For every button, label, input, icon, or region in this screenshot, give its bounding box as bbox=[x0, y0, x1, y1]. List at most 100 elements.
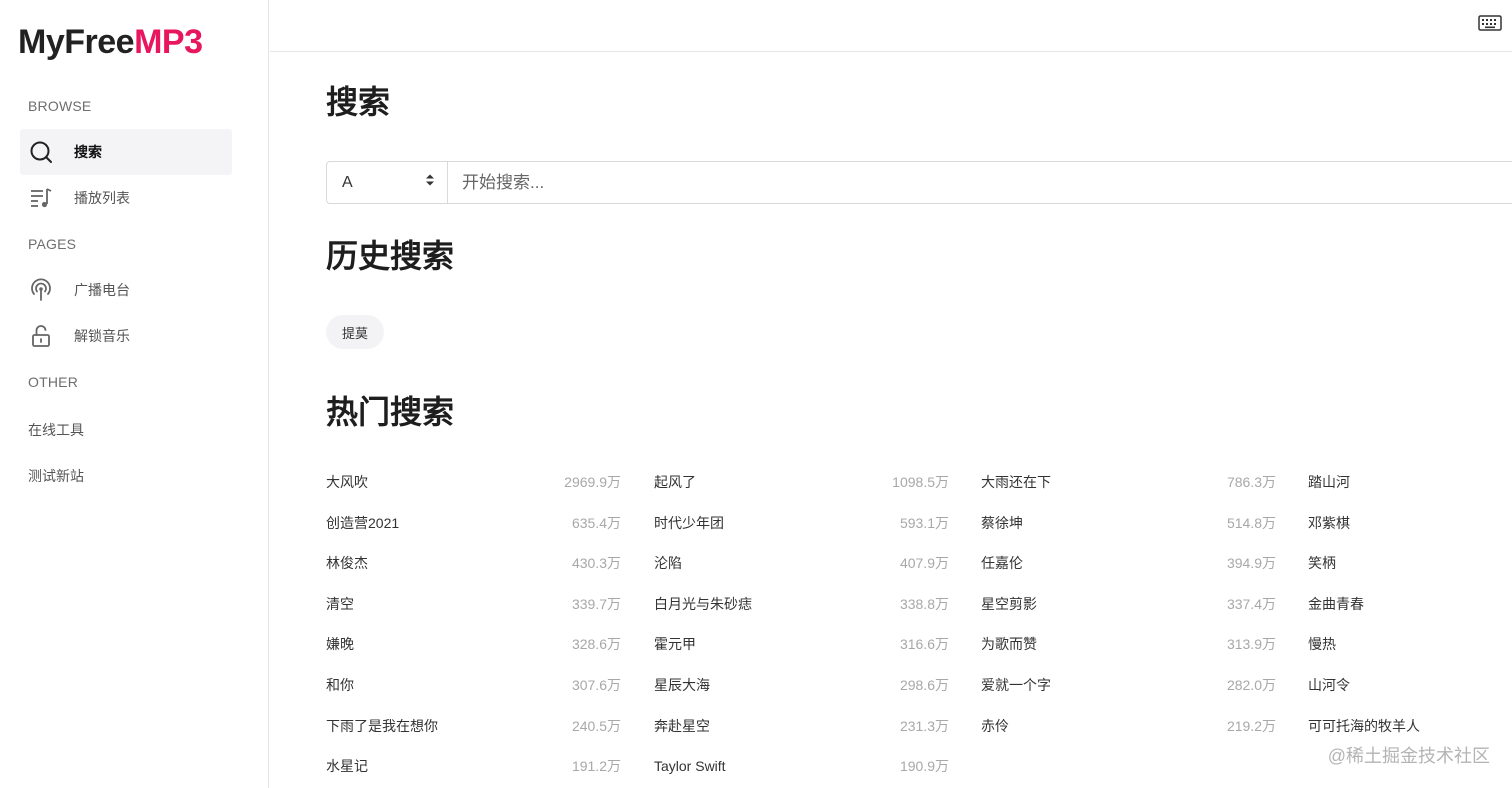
search-source-select[interactable]: A bbox=[327, 162, 448, 203]
sidebar-item-unlock[interactable]: 解锁音乐 bbox=[20, 313, 232, 359]
hot-search-keyword: 和你 bbox=[326, 677, 354, 693]
hot-search-count: 635.4万 bbox=[571, 514, 621, 531]
history-item[interactable]: 提莫 bbox=[326, 315, 385, 349]
hot-search-keyword: 蔡徐坤 bbox=[981, 514, 1023, 531]
hot-search-keyword: 邓紫棋 bbox=[1308, 514, 1350, 531]
hot-search-item[interactable]: 大雨还在下 786.3万 bbox=[981, 462, 1276, 502]
sidebar-item-search[interactable]: 搜索 bbox=[20, 129, 232, 175]
hot-search-item[interactable]: 水星记 191.2万 bbox=[326, 746, 621, 786]
hot-search-item[interactable]: 创造营2021 635.4万 bbox=[326, 503, 621, 543]
hot-search-item[interactable]: 为歌而赞 313.9万 bbox=[981, 624, 1276, 664]
hot-search-count: 191.2万 bbox=[571, 758, 621, 775]
select-arrows-icon bbox=[425, 173, 435, 192]
hot-search-count: 593.1万 bbox=[899, 514, 949, 531]
hot-search-item[interactable]: 邓紫棋 bbox=[1308, 503, 1512, 543]
hot-search-item[interactable]: 起风了 1098.5万 bbox=[654, 462, 949, 502]
keyboard-icon[interactable] bbox=[1478, 14, 1502, 32]
hot-search-item[interactable]: 山河令 bbox=[1308, 665, 1512, 705]
hot-search-item[interactable]: 和你 307.6万 bbox=[326, 665, 621, 705]
hot-search-item[interactable]: 星空剪影 337.4万 bbox=[981, 584, 1276, 624]
section-label-other: OTHER bbox=[28, 374, 78, 390]
hot-search-count: 2969.9万 bbox=[564, 474, 621, 490]
history-title: 历史搜索 bbox=[326, 238, 455, 274]
hot-search-item[interactable]: 可可托海的牧羊人 bbox=[1308, 706, 1512, 746]
hot-search-count: 313.9万 bbox=[1226, 636, 1276, 653]
hot-search-keyword: 踏山河 bbox=[1308, 474, 1350, 490]
hot-search-keyword: 清空 bbox=[326, 595, 354, 612]
search-source-value: A bbox=[342, 173, 353, 191]
hot-search-item[interactable]: 踏山河 bbox=[1308, 462, 1512, 502]
hot-search-keyword: 白月光与朱砂痣 bbox=[654, 595, 752, 612]
hot-search-keyword: 赤伶 bbox=[981, 717, 1009, 734]
sidebar-item-radio[interactable]: 广播电台 bbox=[20, 267, 232, 313]
hot-search-keyword: 霍元甲 bbox=[654, 636, 696, 653]
hot-search-keyword: 金曲青春 bbox=[1308, 595, 1364, 612]
hot-search-item[interactable]: 霍元甲 316.6万 bbox=[654, 624, 949, 664]
hot-search-count: 430.3万 bbox=[571, 555, 621, 572]
hot-search-count: 240.5万 bbox=[571, 717, 621, 734]
hot-search-count: 337.4万 bbox=[1226, 595, 1276, 612]
search-bar: A bbox=[326, 161, 1512, 204]
unlock-icon bbox=[29, 324, 53, 348]
search-input[interactable] bbox=[448, 162, 1512, 203]
sidebar-item-playlist[interactable]: 播放列表 bbox=[20, 175, 232, 221]
hot-search-count: 328.6万 bbox=[571, 636, 621, 653]
section-label-browse: BROWSE bbox=[28, 98, 92, 114]
radio-icon bbox=[29, 278, 53, 302]
hot-search-keyword: 笑柄 bbox=[1308, 555, 1336, 572]
hot-search-item[interactable]: 金曲青春 bbox=[1308, 584, 1512, 624]
sidebar-item-label: 搜索 bbox=[74, 144, 102, 160]
hot-search-item[interactable]: 慢热 bbox=[1308, 624, 1512, 664]
hot-search-keyword: 星辰大海 bbox=[654, 677, 710, 693]
hot-search-keyword: 为歌而赞 bbox=[981, 636, 1037, 653]
hot-search-keyword: 星空剪影 bbox=[981, 595, 1037, 612]
hot-search-item[interactable]: 下雨了是我在想你 240.5万 bbox=[326, 706, 621, 746]
hot-search-keyword: 任嘉伦 bbox=[981, 555, 1023, 572]
sidebar-item-online-tools[interactable]: 在线工具 bbox=[28, 420, 84, 440]
hot-search-item[interactable]: 清空 339.7万 bbox=[326, 584, 621, 624]
playlist-icon bbox=[29, 186, 53, 210]
hot-search-count: 339.7万 bbox=[571, 595, 621, 612]
hot-search-keyword: 大风吹 bbox=[326, 474, 368, 490]
hot-search-item[interactable]: Taylor Swift 190.9万 bbox=[654, 746, 949, 786]
hot-search-item[interactable]: 蔡徐坤 514.8万 bbox=[981, 503, 1276, 543]
hot-search-keyword: 慢热 bbox=[1308, 636, 1336, 653]
hot-search-keyword: 大雨还在下 bbox=[981, 474, 1051, 490]
hot-title: 热门搜索 bbox=[326, 394, 455, 430]
hot-search-count: 282.0万 bbox=[1226, 677, 1276, 693]
hot-search-item[interactable]: 星辰大海 298.6万 bbox=[654, 665, 949, 705]
hot-search-item[interactable]: 林俊杰 430.3万 bbox=[326, 543, 621, 583]
hot-search-keyword: 下雨了是我在想你 bbox=[326, 717, 438, 734]
hot-search-keyword: 水星记 bbox=[326, 758, 368, 775]
hot-search-count: 307.6万 bbox=[571, 677, 621, 693]
top-bar bbox=[270, 0, 1512, 52]
section-label-pages: PAGES bbox=[28, 236, 77, 252]
sidebar: MyFreeMP3 BROWSE 搜索 播放列表 PAGES 广播电台 解锁音乐… bbox=[0, 0, 269, 788]
logo-text-accent: MP3 bbox=[134, 23, 203, 61]
hot-search-item[interactable]: 任嘉伦 394.9万 bbox=[981, 543, 1276, 583]
hot-search-count: 338.8万 bbox=[899, 595, 949, 612]
hot-search-keyword: 创造营2021 bbox=[326, 514, 400, 531]
hot-search-item[interactable]: 时代少年团 593.1万 bbox=[654, 503, 949, 543]
hot-search-keyword: 爱就一个字 bbox=[981, 677, 1051, 693]
hot-search-item[interactable]: 嫌晚 328.6万 bbox=[326, 624, 621, 664]
hot-search-keyword: 可可托海的牧羊人 bbox=[1308, 717, 1420, 734]
hot-search-keyword: 山河令 bbox=[1308, 677, 1350, 693]
hot-search-count: 190.9万 bbox=[899, 758, 949, 775]
hot-search-count: 316.6万 bbox=[899, 636, 949, 653]
hot-search-item[interactable]: 笑柄 bbox=[1308, 543, 1512, 583]
hot-search-item[interactable]: 奔赴星空 231.3万 bbox=[654, 706, 949, 746]
hot-search-item[interactable]: 爱就一个字 282.0万 bbox=[981, 665, 1276, 705]
hot-search-count: 786.3万 bbox=[1226, 474, 1276, 490]
hot-search-count: 298.6万 bbox=[899, 677, 949, 693]
hot-search-keyword: Taylor Swift bbox=[654, 758, 726, 775]
app-logo[interactable]: MyFreeMP3 bbox=[18, 22, 203, 62]
sidebar-item-test-site[interactable]: 测试新站 bbox=[28, 466, 84, 486]
hot-search-keyword: 时代少年团 bbox=[654, 514, 724, 531]
hot-search-item[interactable]: 白月光与朱砂痣 338.8万 bbox=[654, 584, 949, 624]
hot-search-count: 514.8万 bbox=[1226, 514, 1276, 531]
hot-search-item[interactable]: 沦陷 407.9万 bbox=[654, 543, 949, 583]
hot-search-item[interactable]: 大风吹 2969.9万 bbox=[326, 462, 621, 502]
hot-search-keyword: 嫌晚 bbox=[326, 636, 354, 653]
hot-search-item[interactable]: 赤伶 219.2万 bbox=[981, 706, 1276, 746]
